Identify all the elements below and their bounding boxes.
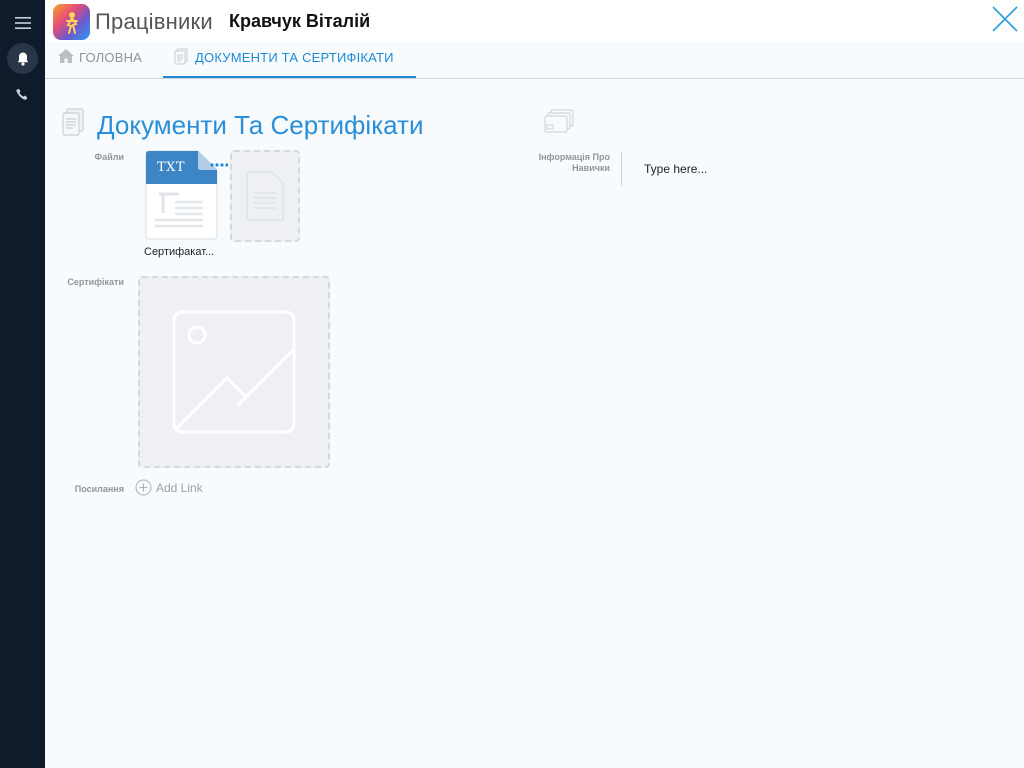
documents-icon (174, 48, 188, 65)
app-logo[interactable] (53, 4, 90, 40)
tab-documents[interactable]: ДОКУМЕНТИ ТА СЕРТИФІКАТИ (163, 48, 416, 78)
links-label: Посилання (74, 484, 124, 494)
skills-info-label: Інформація Про Навички (530, 152, 610, 174)
section-title: Документи Та Сертифікати (97, 110, 424, 140)
menu-icon[interactable] (7, 7, 38, 38)
field-divider (621, 152, 622, 186)
header-bar: Працівники Кравчук Віталій (45, 0, 1024, 42)
files-label: Файли (94, 152, 124, 162)
tab-documents-label: ДОКУМЕНТИ ТА СЕРТИФІКАТИ (195, 50, 394, 65)
tab-home[interactable]: ГОЛОВНА (57, 49, 143, 78)
close-icon[interactable] (990, 4, 1020, 34)
tab-home-label: ГОЛОВНА (79, 50, 143, 65)
record-title: Кравчук Віталій (229, 11, 371, 31)
file-name[interactable]: Сертифакат... (144, 246, 224, 258)
skills-info-input[interactable]: Type here... (644, 162, 707, 176)
skills-info-label-line2: Навички (572, 163, 610, 173)
certificate-image-dropzone[interactable] (138, 276, 330, 468)
app-title: Працівники (95, 9, 213, 34)
file-placeholder-icon (246, 171, 284, 221)
file-upload-dropzone[interactable] (230, 150, 300, 242)
tab-bar: ГОЛОВНА ДОКУМЕНТИ ТА СЕРТИФІКАТИ (45, 42, 1024, 79)
add-link-label: Add Link (156, 480, 203, 495)
bell-icon[interactable] (7, 43, 38, 74)
file-thumbnail[interactable] (145, 150, 218, 240)
skills-section-icon (543, 108, 575, 141)
home-icon (58, 49, 74, 63)
image-placeholder-icon (172, 310, 296, 434)
file-menu-dots[interactable] (210, 154, 229, 172)
documents-icon (60, 108, 86, 143)
plus-circle-icon (135, 479, 152, 496)
certificates-label: Сертифікати (67, 277, 124, 287)
phone-icon[interactable] (7, 79, 38, 110)
left-rail (0, 0, 45, 768)
add-link-button[interactable]: Add Link (135, 479, 203, 496)
skills-info-label-line1: Інформація Про (538, 152, 610, 162)
